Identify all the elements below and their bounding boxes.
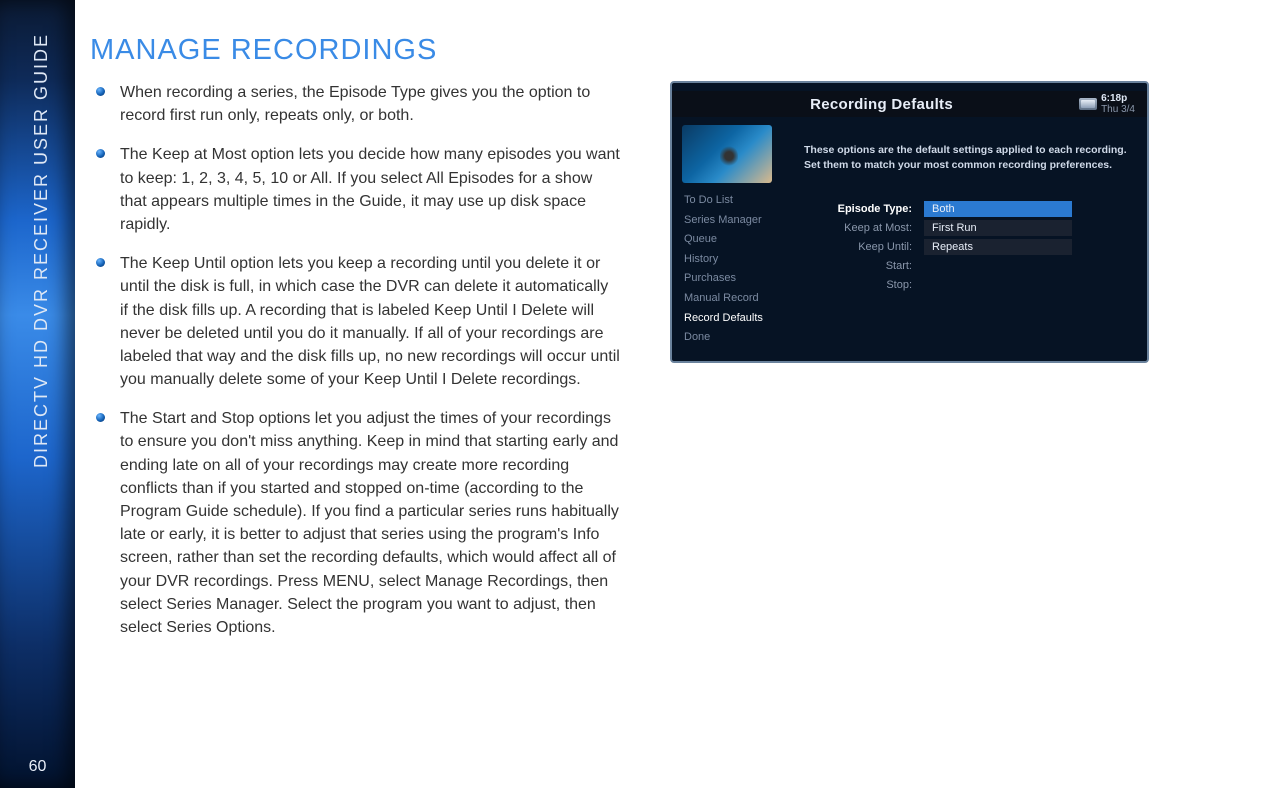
form-value-start [924, 258, 1072, 274]
form-value-episode-type: Both [924, 201, 1072, 217]
bullet-item: The Keep Until option lets you keep a re… [90, 252, 620, 391]
screenshot-clock: 6:18p Thu 3/4 [1101, 93, 1135, 115]
form-label-keep-at-most: Keep at Most: [822, 222, 924, 234]
bullet-item: The Start and Stop options let you adjus… [90, 407, 620, 639]
sidebar-item: Purchases [682, 269, 792, 289]
screenshot-sidebar: To Do List Series Manager Queue History … [682, 191, 792, 348]
clock-time: 6:18p [1101, 93, 1135, 104]
sidebar-item-active: Record Defaults [682, 309, 792, 329]
sidebar-item: Done [682, 328, 792, 348]
screenshot-description: These options are the default settings a… [804, 143, 1133, 173]
page-content: MANAGE RECORDINGS When recording a serie… [90, 0, 1275, 788]
page-number: 60 [0, 758, 75, 776]
form-label-episode-type: Episode Type: [822, 203, 924, 215]
screenshot-banner: Recording Defaults 6:18p Thu 3/4 [672, 91, 1147, 117]
form-value-keep-until: Repeats [924, 239, 1072, 255]
side-spine: DIRECTV HD DVR RECEIVER USER GUIDE 60 [0, 0, 75, 788]
form-label-stop: Stop: [822, 279, 924, 291]
clock-date: Thu 3/4 [1101, 104, 1135, 115]
dvr-screenshot: Recording Defaults 6:18p Thu 3/4 To Do L… [670, 81, 1149, 363]
bullet-list: When recording a series, the Episode Typ… [90, 81, 620, 639]
page-heading: MANAGE RECORDINGS [90, 34, 1275, 67]
sidebar-item: History [682, 250, 792, 270]
bullet-item: The Keep at Most option lets you decide … [90, 143, 620, 236]
form-label-keep-until: Keep Until: [822, 241, 924, 253]
sidebar-item: Series Manager [682, 211, 792, 231]
form-value-keep-at-most: First Run [924, 220, 1072, 236]
sidebar-item: Queue [682, 230, 792, 250]
sidebar-item: Manual Record [682, 289, 792, 309]
screenshot-title: Recording Defaults [684, 96, 1079, 113]
screenshot-form: Episode Type: Both Keep at Most: First R… [822, 199, 1072, 294]
sidebar-item: To Do List [682, 191, 792, 211]
screenshot-preview-thumbnail [682, 125, 772, 183]
spine-label: DIRECTV HD DVR RECEIVER USER GUIDE [31, 33, 52, 468]
bullet-item: When recording a series, the Episode Typ… [90, 81, 620, 127]
form-label-start: Start: [822, 260, 924, 272]
form-value-stop [924, 277, 1072, 293]
text-column: When recording a series, the Episode Typ… [90, 81, 620, 655]
directv-logo-icon [1079, 98, 1097, 110]
